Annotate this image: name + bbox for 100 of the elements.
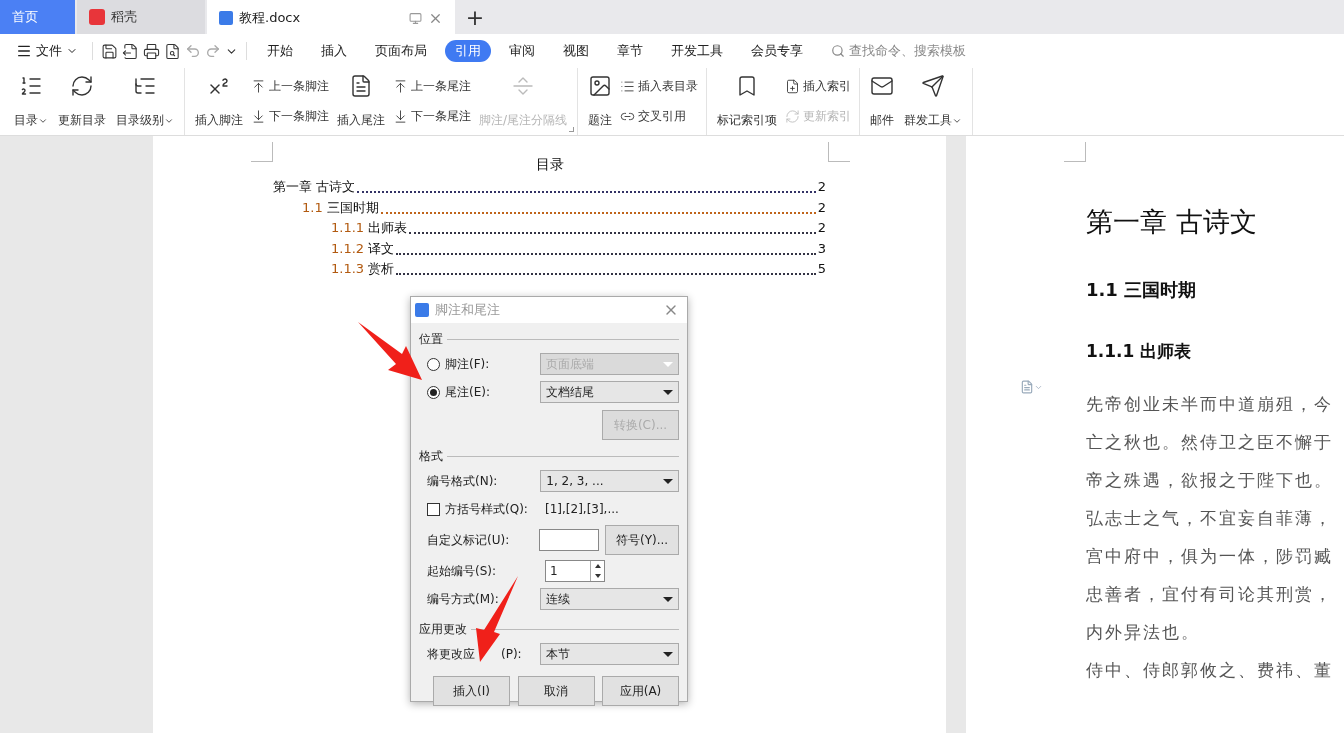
export-icon[interactable] bbox=[122, 42, 139, 60]
ribbon-button[interactable]: 下一条尾注 bbox=[393, 107, 471, 125]
ribbon-button[interactable]: 插入表目录 bbox=[620, 78, 699, 96]
save-icon[interactable] bbox=[101, 42, 118, 60]
dialog-button[interactable]: 插入(I) bbox=[433, 676, 510, 706]
subsection-heading: 1.1.1 出师表 bbox=[1086, 340, 1193, 363]
toc-title: 目录 bbox=[534, 156, 565, 174]
ribbon-button[interactable]: 标记索引项 bbox=[715, 68, 780, 135]
print-icon[interactable] bbox=[143, 42, 160, 60]
section-heading: 1.1 三国时期 bbox=[1086, 278, 1198, 302]
document-tab[interactable]: 教程.docx bbox=[207, 0, 455, 34]
radio-button[interactable] bbox=[427, 385, 440, 399]
document-tab[interactable]: 首页 bbox=[0, 0, 75, 34]
ribbon-tab[interactable]: 审阅 bbox=[499, 40, 545, 62]
input-field[interactable] bbox=[538, 529, 599, 551]
dialog-button[interactable]: 应用(A) bbox=[602, 676, 679, 706]
body-text: 忠善者，宜付有司论其刑赏， bbox=[1086, 583, 1334, 606]
dropdown[interactable]: 本节 bbox=[540, 643, 679, 665]
ribbon-tab[interactable]: 开始 bbox=[257, 40, 303, 62]
refresh-icon bbox=[70, 74, 94, 98]
image-icon bbox=[588, 74, 613, 98]
arrow-up-icon bbox=[393, 79, 408, 95]
toc-entry[interactable]: 第一章 古诗文 bbox=[273, 178, 356, 196]
arrow-up-icon bbox=[251, 79, 266, 95]
checkbox[interactable] bbox=[427, 502, 440, 516]
ribbon-tab[interactable]: 引用 bbox=[445, 40, 491, 62]
command-search[interactable]: 查找命令、搜索模板 bbox=[831, 42, 966, 60]
ribbon-tab[interactable]: 插入 bbox=[311, 40, 357, 62]
monitor-icon[interactable] bbox=[409, 11, 422, 25]
preview-icon[interactable] bbox=[164, 42, 181, 60]
ribbon-button[interactable]: 插入尾注 bbox=[335, 68, 387, 135]
arrow-down-icon bbox=[251, 108, 266, 124]
page-number: 2 bbox=[817, 199, 826, 215]
toc-entry[interactable]: 1.1.2 译文 bbox=[331, 239, 395, 258]
toc-entry[interactable]: 1.1.1 出师表 bbox=[331, 219, 408, 237]
number-field[interactable]: 1 bbox=[545, 560, 605, 582]
list-icon bbox=[19, 74, 43, 98]
document-tab[interactable]: 稻壳 bbox=[77, 0, 205, 34]
ribbon-button[interactable]: 题注 bbox=[586, 68, 615, 135]
crop-mark bbox=[828, 142, 850, 162]
body-text: 侍中、侍郎郭攸之、费祎、董 bbox=[1086, 659, 1334, 682]
chapter-heading: 第一章 古诗文 bbox=[1086, 205, 1258, 239]
search-icon bbox=[831, 44, 845, 58]
dropdown[interactable]: 连续 bbox=[540, 588, 679, 610]
page-number: 5 bbox=[817, 261, 826, 276]
new-tab-button[interactable]: + bbox=[457, 0, 493, 34]
document-icon bbox=[349, 74, 373, 98]
ribbon-button[interactable]: 交叉引用 bbox=[620, 107, 699, 125]
ribbon-button[interactable]: 上一条尾注 bbox=[393, 78, 471, 96]
symbol-button[interactable]: 符号(Y)... bbox=[605, 525, 679, 555]
crop-mark bbox=[251, 142, 273, 162]
list-icon bbox=[620, 79, 636, 95]
ribbon-tab[interactable]: 视图 bbox=[553, 40, 599, 62]
ribbon-tab[interactable]: 会员专享 bbox=[741, 40, 813, 62]
ribbon-tab[interactable]: 开发工具 bbox=[661, 40, 733, 62]
file-menu[interactable]: 文件 bbox=[10, 42, 84, 60]
ribbon-button[interactable]: 插入脚注 bbox=[193, 68, 245, 135]
body-text: 先帝创业未半而中道崩殂，今 bbox=[1086, 393, 1334, 416]
dialog-launcher[interactable] bbox=[569, 127, 575, 132]
field-label: 编号格式(N): bbox=[427, 472, 498, 490]
arrow-down-icon bbox=[393, 108, 408, 124]
ribbon-button[interactable]: 下一条脚注 bbox=[251, 107, 329, 125]
ribbon-button[interactable]: 目录 bbox=[12, 68, 50, 135]
ribbon-tab[interactable]: 页面布局 bbox=[365, 40, 437, 62]
mail-icon bbox=[870, 74, 895, 98]
refresh-icon bbox=[785, 108, 801, 124]
ribbon-button[interactable]: 群发工具 bbox=[902, 68, 965, 135]
ribbon-button[interactable]: 插入索引 bbox=[785, 78, 852, 96]
page-number: 2 bbox=[817, 179, 826, 194]
dropdown[interactable]: 1, 2, 3, ... bbox=[540, 470, 679, 492]
ribbon-button[interactable]: 更新目录 bbox=[56, 68, 108, 135]
format-sample: [1],[2],[3],... bbox=[545, 502, 619, 516]
field-label: 编号方式(M): bbox=[427, 590, 499, 608]
ribbon-button[interactable]: 目录级别 bbox=[114, 68, 176, 135]
body-text: 帝之殊遇，欲报之于陛下也。 bbox=[1086, 469, 1334, 492]
toc-entry[interactable]: 1.1.3 赏析 bbox=[331, 260, 395, 278]
field-label: 起始编号(S): bbox=[427, 562, 497, 580]
toc-entry[interactable]: 1.1 三国时期 bbox=[302, 198, 379, 217]
field-label: (P): bbox=[501, 647, 522, 661]
page-number: 2 bbox=[817, 220, 826, 235]
app-logo-icon bbox=[415, 303, 429, 317]
page-number: 3 bbox=[817, 240, 826, 256]
field-label: 自定义标记(U): bbox=[427, 531, 510, 549]
field-label: 方括号样式(Q): bbox=[445, 500, 528, 518]
body-text: 弘志士之气，不宜妄自菲薄， bbox=[1086, 507, 1334, 530]
dialog-button[interactable]: 取消 bbox=[517, 676, 595, 706]
document-plus-icon bbox=[785, 79, 801, 95]
crop-mark bbox=[1064, 142, 1086, 162]
document-icon[interactable] bbox=[1020, 380, 1034, 394]
dialog-title: 脚注和尾注 bbox=[435, 301, 501, 319]
ribbon-tab[interactable]: 章节 bbox=[607, 40, 653, 62]
ribbon-button[interactable]: 上一条脚注 bbox=[251, 78, 329, 96]
body-text: 亡之秋也。然侍卫之臣不懈于 bbox=[1086, 431, 1334, 454]
section-label: 应用更改 bbox=[419, 621, 467, 638]
undo-icon[interactable] bbox=[185, 43, 201, 59]
ribbon-button[interactable]: 邮件 bbox=[868, 68, 897, 135]
body-text: 宫中府中，俱为一体，陟罚臧 bbox=[1086, 545, 1334, 568]
radio-button[interactable] bbox=[427, 357, 440, 371]
dropdown[interactable]: 文档结尾 bbox=[540, 381, 679, 403]
field-label: 将更改应 bbox=[427, 645, 475, 663]
